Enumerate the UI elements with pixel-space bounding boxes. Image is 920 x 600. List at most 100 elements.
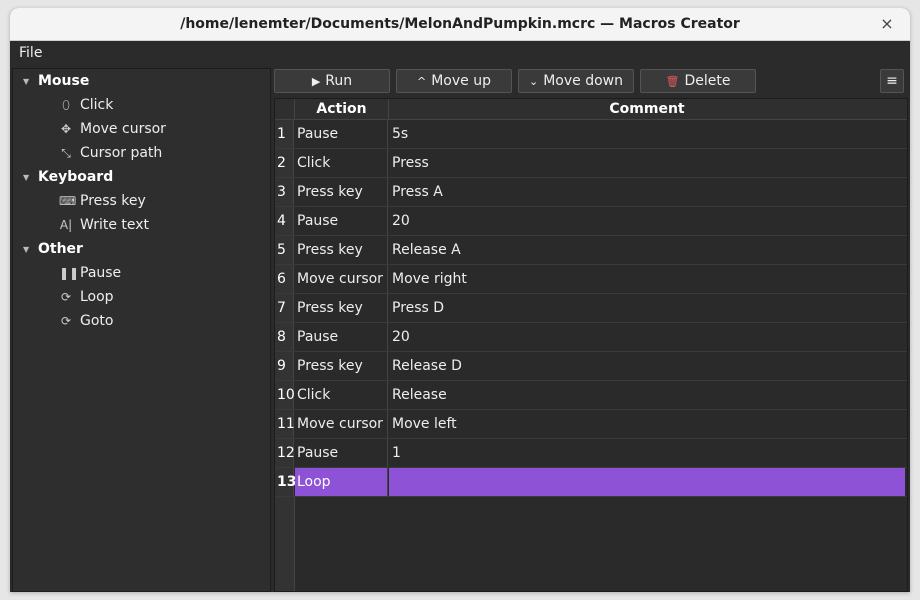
cell-action[interactable]: Click bbox=[295, 149, 388, 177]
cell-action[interactable]: Pause bbox=[295, 120, 388, 148]
table-row[interactable]: 11 Move cursor Move left bbox=[275, 410, 907, 439]
header-corner bbox=[275, 99, 295, 119]
goto-icon: ⟳ bbox=[60, 314, 72, 328]
tree-item-label: Press key bbox=[80, 193, 146, 209]
expand-caret-icon[interactable]: ▼ bbox=[23, 173, 37, 182]
cell-comment[interactable]: 5s bbox=[389, 120, 905, 148]
table-row[interactable]: 9 Press key Release D bbox=[275, 352, 907, 381]
play-icon: ▶ bbox=[311, 74, 321, 88]
cell-action[interactable]: Click bbox=[295, 381, 388, 409]
cell-action[interactable]: Pause bbox=[295, 207, 388, 235]
row-number: 9 bbox=[275, 352, 294, 380]
delete-button[interactable]: 🗑 Delete bbox=[640, 69, 756, 93]
cell-action[interactable]: Press key bbox=[295, 178, 388, 206]
table-row[interactable]: 7 Press key Press D bbox=[275, 294, 907, 323]
close-icon[interactable]: × bbox=[878, 15, 896, 33]
row-number: 12 bbox=[275, 439, 295, 467]
tree-item-move-cursor[interactable]: ✥ Move cursor bbox=[13, 117, 270, 141]
table-row[interactable]: 5 Press key Release A bbox=[275, 236, 907, 265]
cell-comment[interactable]: 20 bbox=[389, 323, 905, 351]
tree-item-label: Cursor path bbox=[80, 145, 163, 161]
table-row[interactable]: 13 Loop bbox=[275, 468, 907, 497]
table-row[interactable]: 4 Pause 20 bbox=[275, 207, 907, 236]
macro-table: Action Comment 1 Pause 5s 2 Click Press 3 Press… bbox=[274, 98, 908, 592]
tree-item-label: Click bbox=[80, 97, 114, 113]
table-row[interactable]: 6 Move cursor Move right bbox=[275, 265, 907, 294]
tree-item-press-key[interactable]: ⌨ Press key bbox=[13, 189, 270, 213]
keyboard-icon: ⌨ bbox=[59, 194, 77, 208]
tree-group: ▼ Mouse ⬯ Click ✥ Move cursor ⤡ Cursor path bbox=[13, 69, 270, 165]
row-number: 1 bbox=[275, 120, 294, 148]
tree-group: ▼ Other ❚❚ Pause ⟳ Loop ⟳ Goto bbox=[13, 237, 270, 333]
move-up-label: Move up bbox=[431, 73, 491, 89]
cell-action[interactable]: Loop bbox=[295, 468, 388, 496]
table-row[interactable]: 3 Press key Press A bbox=[275, 178, 907, 207]
chevron-down-icon: ⌄ bbox=[529, 74, 539, 88]
cell-action[interactable]: Press key bbox=[295, 236, 388, 264]
tree-group-mouse[interactable]: ▼ Mouse bbox=[13, 69, 270, 93]
mouse-icon: ⬯ bbox=[62, 97, 70, 112]
tree-item-cursor-path[interactable]: ⤡ Cursor path bbox=[13, 141, 270, 165]
header-action[interactable]: Action bbox=[295, 99, 389, 119]
table-row[interactable]: 12 Pause 1 bbox=[275, 439, 907, 468]
row-number: 5 bbox=[275, 236, 294, 264]
loop-icon: ⟳ bbox=[60, 290, 72, 304]
cell-comment[interactable]: Press A bbox=[389, 178, 905, 206]
cell-comment[interactable]: Move left bbox=[389, 410, 905, 438]
row-number: 13 bbox=[275, 468, 296, 496]
action-tree: ▼ Mouse ⬯ Click ✥ Move cursor ⤡ Cursor path ▼ Key… bbox=[12, 68, 271, 592]
tree-item-goto[interactable]: ⟳ Goto bbox=[13, 309, 270, 333]
cell-comment[interactable]: Press D bbox=[389, 294, 905, 322]
menu-file[interactable]: File bbox=[19, 45, 42, 61]
tree-item-write-text[interactable]: A| Write text bbox=[13, 213, 270, 237]
tree-group-other[interactable]: ▼ Other bbox=[13, 237, 270, 261]
run-button[interactable]: ▶ Run bbox=[274, 69, 390, 93]
table-row[interactable]: 10 Click Release bbox=[275, 381, 907, 410]
table-row[interactable]: 1 Pause 5s bbox=[275, 120, 907, 149]
text-cursor-icon: A| bbox=[59, 218, 73, 232]
cell-action[interactable]: Pause bbox=[295, 323, 388, 351]
action-tree-list: ▼ Mouse ⬯ Click ✥ Move cursor ⤡ Cursor path ▼ Key… bbox=[13, 69, 270, 333]
toolbar: ▶ Run ^ Move up ⌄ Move down 🗑 Delete ≡ bbox=[274, 68, 910, 96]
table-body: 1 Pause 5s 2 Click Press 3 Press key Press A 4 Pau… bbox=[275, 120, 907, 497]
cell-comment[interactable] bbox=[389, 468, 905, 496]
chevron-up-icon: ^ bbox=[417, 74, 427, 88]
tree-item-label: Move cursor bbox=[80, 121, 166, 137]
cell-comment[interactable]: Press bbox=[389, 149, 905, 177]
sliders-icon: ≡ bbox=[886, 73, 898, 89]
cell-comment[interactable]: 1 bbox=[389, 439, 905, 467]
table-row[interactable]: 2 Click Press bbox=[275, 149, 907, 178]
cell-action[interactable]: Move cursor bbox=[295, 410, 388, 438]
move-icon: ✥ bbox=[60, 122, 72, 136]
expand-caret-icon[interactable]: ▼ bbox=[23, 77, 37, 86]
row-number: 11 bbox=[275, 410, 295, 438]
cell-comment[interactable]: Move right bbox=[389, 265, 905, 293]
tree-group-keyboard[interactable]: ▼ Keyboard bbox=[13, 165, 270, 189]
move-down-button[interactable]: ⌄ Move down bbox=[518, 69, 634, 93]
move-up-button[interactable]: ^ Move up bbox=[396, 69, 512, 93]
table-row[interactable]: 8 Pause 20 bbox=[275, 323, 907, 352]
cell-action[interactable]: Press key bbox=[295, 352, 388, 380]
row-number: 3 bbox=[275, 178, 294, 206]
move-down-label: Move down bbox=[543, 73, 623, 89]
row-number: 2 bbox=[275, 149, 294, 177]
tree-item-loop[interactable]: ⟳ Loop bbox=[13, 285, 270, 309]
settings-button[interactable]: ≡ bbox=[880, 69, 904, 93]
header-comment[interactable]: Comment bbox=[389, 99, 905, 119]
row-number: 6 bbox=[275, 265, 294, 293]
expand-caret-icon[interactable]: ▼ bbox=[23, 245, 37, 254]
tree-item-pause[interactable]: ❚❚ Pause bbox=[13, 261, 270, 285]
cell-action[interactable]: Press key bbox=[295, 294, 388, 322]
path-icon: ⤡ bbox=[61, 145, 71, 160]
cell-action[interactable]: Pause bbox=[295, 439, 388, 467]
cell-comment[interactable]: Release bbox=[389, 381, 905, 409]
window-title: /home/lenemter/Documents/MelonAndPumpkin… bbox=[180, 16, 740, 32]
tree-item-click[interactable]: ⬯ Click bbox=[13, 93, 270, 117]
cell-action[interactable]: Move cursor bbox=[295, 265, 388, 293]
row-number-gutter bbox=[275, 497, 295, 591]
cell-comment[interactable]: Release D bbox=[389, 352, 905, 380]
cell-comment[interactable]: 20 bbox=[389, 207, 905, 235]
tree-item-label: Loop bbox=[80, 289, 114, 305]
cell-comment[interactable]: Release A bbox=[389, 236, 905, 264]
tree-group-label: Mouse bbox=[38, 73, 90, 89]
